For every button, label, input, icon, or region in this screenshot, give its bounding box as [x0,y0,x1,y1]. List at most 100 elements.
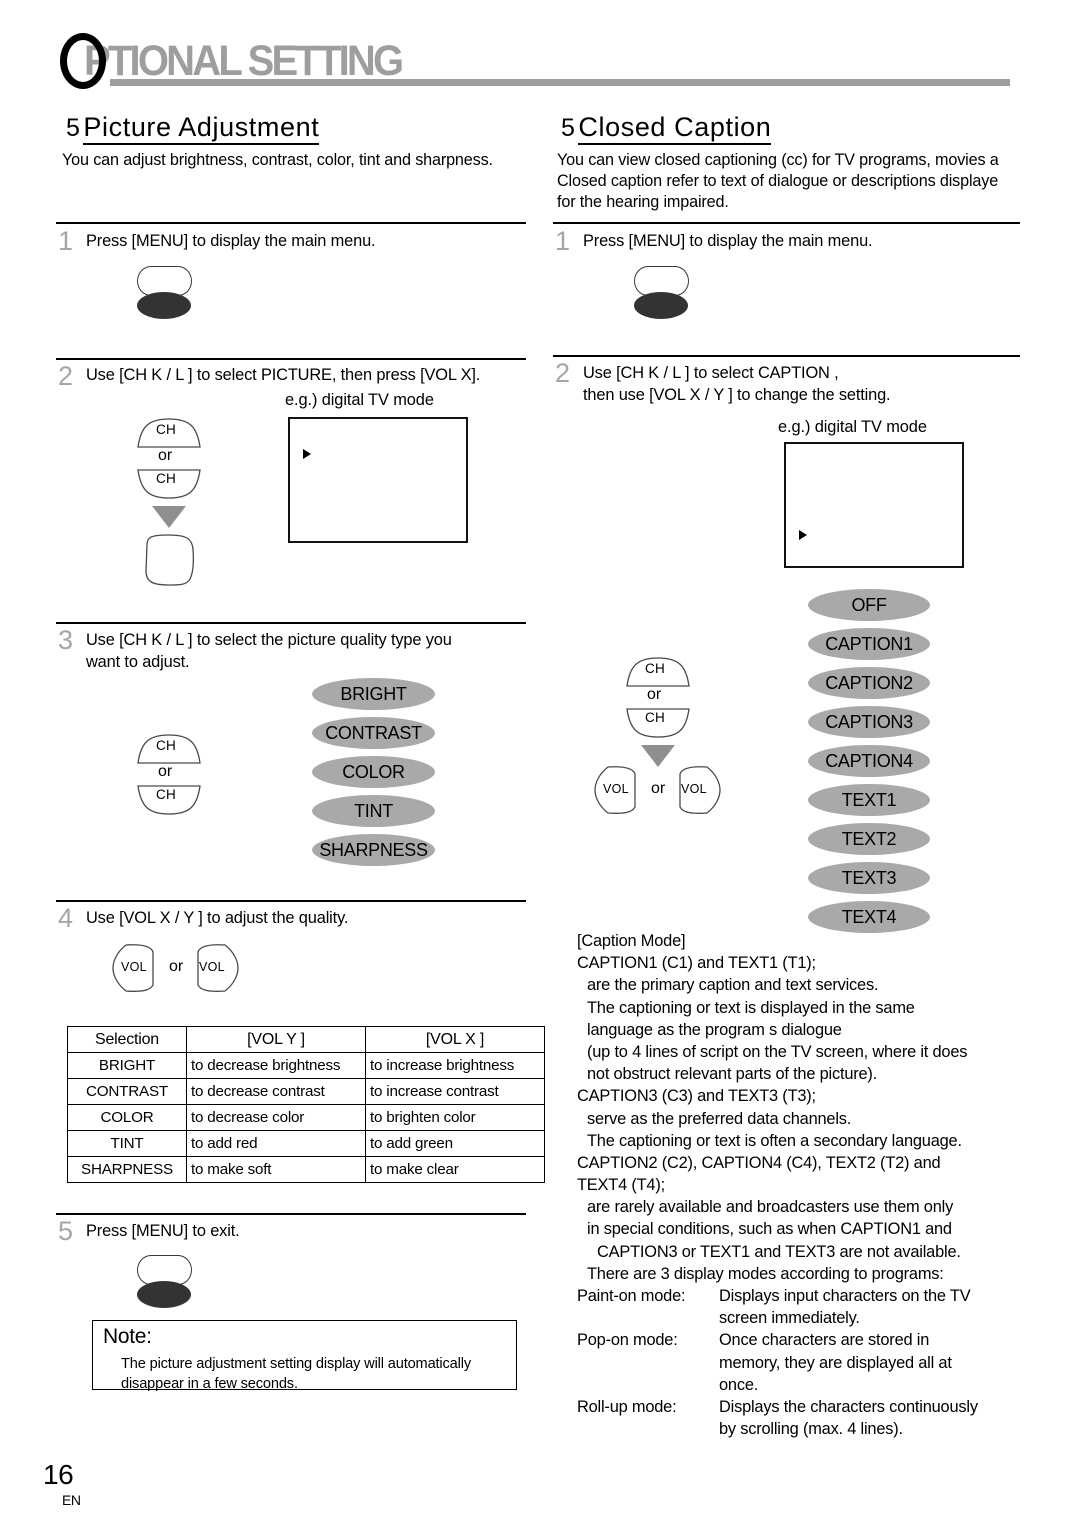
left-step4-text: Use [VOL X / Y ] to adjust the quality. [86,909,349,927]
left-step2-text: Use [CH K / L ] to select PICTURE, then … [86,366,481,384]
caption-mode-line-8: serve as the preferred data channels. [587,1109,852,1128]
right-ch-up-label: CH [645,661,666,676]
table-cell-selection: COLOR [67,1104,187,1131]
caption-option-caption4-label: CAPTION4 [825,750,913,771]
left-step3-ch-up-label: CH [156,738,177,753]
table-cell-selection: SHARPNESS [67,1156,187,1183]
caption-option-text1[interactable]: TEXT1 [808,784,930,816]
caption-option-off[interactable]: OFF [808,589,930,621]
page-header: PTIONAL SETTING [0,0,1080,100]
left-step3-ch-down-label: CH [156,787,177,802]
caption-option-text3-label: TEXT3 [841,867,897,888]
caption-mode-line-15: There are 3 display modes according to p… [587,1264,944,1283]
caption-mode-line-2: are the primary caption and text service… [587,976,879,995]
right-vol-up-label: VOL [681,782,707,796]
table-header-row: Selection [VOL Y ] [VOL X ] [67,1026,545,1053]
table-cell-vol-down: to add red [186,1130,366,1157]
caption-option-text2-label: TEXT2 [841,828,897,849]
quality-option-sharpness[interactable]: SHARPNESS [312,834,435,866]
table-cell-vol-down: to decrease brightness [186,1052,366,1079]
display-mode-paint-on-desc1: Displays input characters on the TV [719,1287,971,1305]
left-step2-ch-down-label: CH [156,471,177,486]
left-tv-screen-preview [288,417,468,543]
caption-option-caption3[interactable]: CAPTION3 [808,706,930,738]
left-section-number: 5 [66,114,80,142]
caption-mode-heading: [Caption Mode] [577,932,686,950]
caption-mode-line-5: (up to 4 lines of script on the TV scree… [587,1042,968,1061]
quality-option-bright[interactable]: BRIGHT [312,678,435,710]
quality-option-sharpness-label: SHARPNESS [319,839,428,860]
right-section-number: 5 [561,114,575,142]
right-section-intro-line3: for the hearing impaired. [557,193,729,211]
header-title-rest: PTIONAL SETTING [84,37,404,85]
quality-option-tint[interactable]: TINT [312,795,435,827]
left-step5-rule [56,1213,526,1215]
table-cell-vol-down: to make soft [186,1156,366,1183]
display-mode-pop-on-row3: once. [577,1374,978,1396]
display-mode-pop-on-desc3: once. [719,1375,759,1394]
caption-mode-line-11: TEXT4 (T4); [577,1176,665,1195]
caption-option-caption4[interactable]: CAPTION4 [808,745,930,777]
display-mode-pop-on-spacer2 [577,1374,719,1396]
note-title: Note: [103,1325,152,1348]
left-step5-number: 5 [58,1216,74,1246]
caption-option-text4[interactable]: TEXT4 [808,901,930,933]
caption-option-text3[interactable]: TEXT3 [808,862,930,894]
display-mode-roll-up-name: Roll-up mode: [577,1397,677,1416]
note-body-line1: The picture adjustment setting display w… [121,1356,471,1372]
caption-mode-block: [Caption Mode] CAPTION1 (C1) and TEXT1 (… [577,930,978,1440]
left-step2-rule [56,358,526,360]
caption-option-text1-label: TEXT1 [841,789,897,810]
left-step2-down-arrow-icon [152,506,186,528]
note-body: The picture adjustment setting display w… [121,1355,471,1394]
left-section-intro: You can adjust brightness, contrast, col… [62,151,493,169]
display-mode-paint-on-row1: Paint-on mode: Displays input characters… [577,1285,978,1307]
caption-mode-line-12: are rarely available and broadcasters us… [587,1198,954,1217]
display-mode-roll-up-spacer [577,1418,719,1440]
left-vol-down-label: VOL [121,960,147,974]
caption-option-caption1[interactable]: CAPTION1 [808,628,930,660]
left-step2-enter-key[interactable] [141,533,198,587]
caption-mode-line-9: The captioning or text is often a second… [587,1131,962,1150]
caption-option-text2[interactable]: TEXT2 [808,823,930,855]
left-vol-up-label: VOL [199,960,225,974]
caption-option-text4-label: TEXT4 [841,906,897,927]
caption-mode-line-14: CAPTION3 or TEXT1 and TEXT3 are not avai… [597,1242,961,1261]
quality-option-color[interactable]: COLOR [312,756,435,788]
right-section-intro-line1: You can view closed captioning (cc) for … [557,151,999,169]
caption-option-caption2-label: CAPTION2 [825,672,913,693]
caption-option-caption3-label: CAPTION3 [825,711,913,732]
table-header-vol-up: [VOL X ] [365,1026,545,1053]
table-cell-vol-up: to make clear [365,1156,545,1183]
note-body-line2: disappear in a few seconds. [121,1375,298,1392]
table-cell-selection: CONTRAST [67,1078,187,1105]
table-cell-selection: TINT [67,1130,187,1157]
quality-option-bright-label: BRIGHT [340,683,407,704]
display-mode-roll-up-desc2: by scrolling (max. 4 lines). [719,1420,903,1439]
display-mode-pop-on-desc2: memory, they are displayed all at [719,1353,952,1372]
caption-mode-line-4: language as the program s dialogue [587,1020,842,1039]
table-cell-vol-down: to decrease contrast [186,1078,366,1105]
left-step1-number: 1 [58,226,74,256]
display-mode-paint-on-name: Paint-on mode: [577,1287,686,1305]
table-row: BRIGHT to decrease brightness to increas… [67,1052,545,1079]
page-number: 16 [43,1459,74,1490]
adjustment-table: Selection [VOL Y ] [VOL X ] BRIGHT to de… [67,1026,545,1183]
caption-mode-line-13: in special conditions, such as when CAPT… [587,1220,952,1239]
left-step4-number: 4 [58,903,74,933]
left-menu-button-shadow [137,292,191,319]
left-step4-rule [56,900,526,902]
display-mode-roll-up-row2: by scrolling (max. 4 lines). [577,1418,978,1440]
caption-option-caption2[interactable]: CAPTION2 [808,667,930,699]
left-step2-ch-up-label: CH [156,422,177,437]
note-box: Note: The picture adjustment setting dis… [92,1320,517,1392]
right-vol-down-label: VOL [603,782,629,796]
caption-mode-line-1: CAPTION1 (C1) and TEXT1 (T1); [577,954,816,973]
caption-option-off-label: OFF [851,594,887,615]
left-step5-text: Press [MENU] to exit. [86,1222,240,1240]
quality-option-contrast[interactable]: CONTRAST [312,717,435,749]
manual-page: PTIONAL SETTING 5 Picture Adjustment You … [0,0,1080,1526]
right-step1-text: Press [MENU] to display the main menu. [583,232,873,250]
left-example-label: e.g.) digital TV mode [285,391,434,409]
table-row: SHARPNESS to make soft to make clear [67,1156,545,1183]
